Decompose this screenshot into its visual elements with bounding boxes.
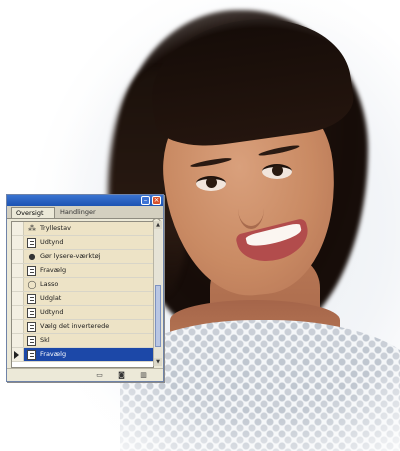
document-icon — [27, 294, 36, 304]
history-item[interactable]: Vælg det inverterede — [12, 320, 153, 334]
snapshot-source-box[interactable] — [12, 334, 24, 347]
snapshot-source-box[interactable] — [12, 264, 24, 277]
dodge-tool-icon: ● — [28, 252, 36, 261]
history-item-label: Fravælg — [40, 266, 67, 274]
history-item-label: Fravælg — [40, 350, 67, 358]
snapshot-source-box[interactable] — [12, 278, 24, 291]
snapshot-source-box[interactable] — [12, 236, 24, 249]
document-icon — [27, 322, 36, 332]
history-item[interactable]: Udtynd — [12, 236, 153, 250]
snapshot-source-box[interactable] — [12, 292, 24, 305]
history-item-label: Tryllestav — [40, 224, 71, 232]
document-icon — [27, 336, 36, 346]
history-item-label: Vælg det inverterede — [40, 322, 110, 330]
magic-wand-icon: ⁂ — [28, 224, 36, 233]
history-item-label: Lasso — [40, 280, 59, 288]
minimize-button[interactable]: – — [141, 196, 150, 205]
history-list: ⁂ Tryllestav Udtynd ● Gør lysere-værktøj… — [11, 221, 154, 368]
camera-icon[interactable]: ◙ — [117, 371, 126, 379]
history-item-label: Udtynd — [40, 308, 64, 316]
scroll-thumb[interactable] — [155, 285, 161, 347]
history-item[interactable]: ● Gør lysere-værktøj — [12, 250, 153, 264]
new-document-icon[interactable]: ▭ — [95, 371, 104, 379]
palette-titlebar[interactable]: – × — [7, 195, 163, 206]
history-item[interactable]: Skl — [12, 334, 153, 348]
snapshot-source-box[interactable] — [12, 348, 24, 361]
history-item-selected[interactable]: Fravælg — [12, 348, 153, 362]
tab-handlinger[interactable]: Handlinger — [56, 207, 108, 218]
history-item[interactable]: ⁂ Tryllestav — [12, 222, 153, 236]
snapshot-source-box[interactable] — [12, 250, 24, 263]
history-item-label: Skl — [40, 336, 50, 344]
history-item-label: Udtynd — [40, 238, 64, 246]
scroll-down-icon[interactable]: ▼ — [154, 358, 162, 366]
tab-oversigt[interactable]: Oversigt — [11, 207, 55, 218]
snapshot-source-box[interactable] — [12, 222, 24, 235]
document-icon — [27, 308, 36, 318]
history-item[interactable]: Udglat — [12, 292, 153, 306]
history-item-label: Udglat — [40, 294, 62, 302]
trash-icon[interactable]: ▥ — [139, 371, 148, 379]
history-item-label: Gør lysere-værktøj — [40, 252, 101, 260]
history-item[interactable]: ◯ Lasso — [12, 278, 153, 292]
document-icon — [27, 266, 36, 276]
history-scrollbar[interactable]: ▲ ▼ — [153, 221, 162, 366]
palette-tabs: Oversigt Handlinger ▸ — [7, 206, 163, 227]
history-item[interactable]: Udtynd — [12, 306, 153, 320]
close-button[interactable]: × — [152, 196, 161, 205]
snapshot-source-box[interactable] — [12, 320, 24, 333]
lasso-icon: ◯ — [27, 280, 37, 289]
document-icon — [27, 238, 36, 248]
scroll-up-icon[interactable]: ▲ — [154, 221, 162, 229]
history-state-marker-icon[interactable] — [14, 351, 19, 359]
history-item[interactable]: Fravælg — [12, 264, 153, 278]
history-palette: – × Oversigt Handlinger ▸ ⁂ Tryllestav U… — [6, 194, 164, 382]
snapshot-source-box[interactable] — [12, 306, 24, 319]
document-icon — [27, 350, 36, 360]
palette-bottom-bar: ▭ ◙ ▥ — [7, 368, 163, 381]
